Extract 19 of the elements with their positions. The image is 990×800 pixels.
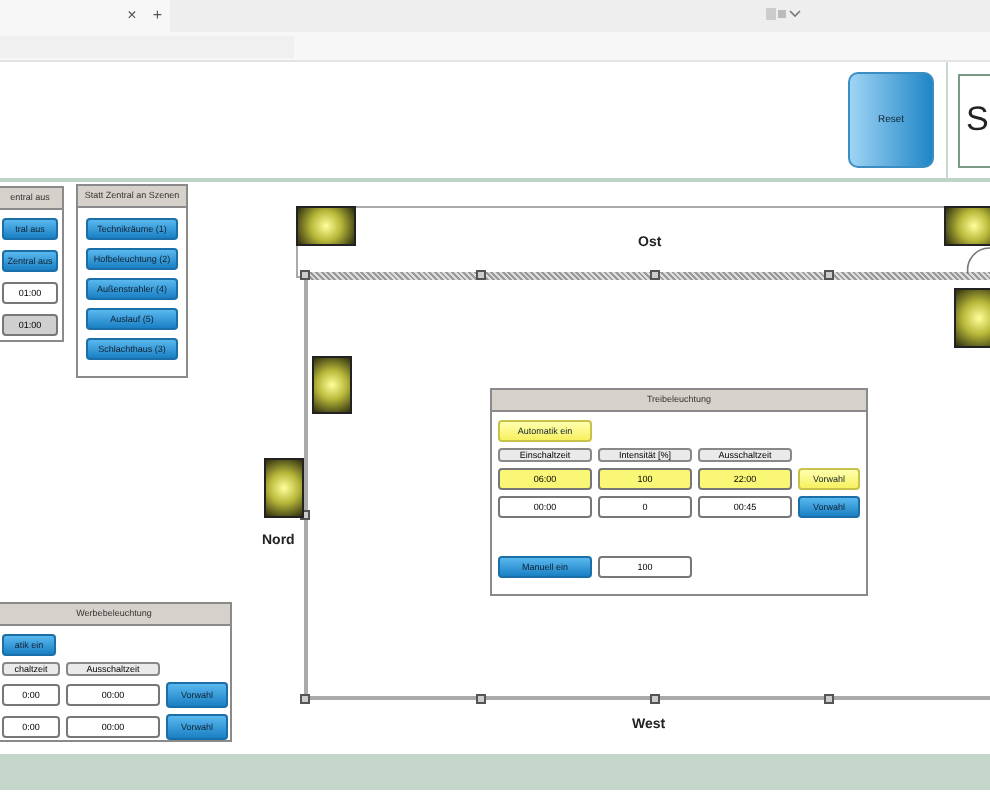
light-icon xyxy=(296,206,356,246)
wall-joint-icon xyxy=(476,694,486,704)
corner-box: S xyxy=(958,73,990,167)
wall-joint-icon xyxy=(476,270,486,280)
light-icon xyxy=(264,458,304,518)
light-icon xyxy=(312,356,352,414)
door-swing-icon xyxy=(966,246,990,274)
wall-joint-icon xyxy=(824,270,834,280)
wall-joint-icon xyxy=(300,270,310,280)
wall-joint-icon xyxy=(300,694,310,704)
tab-menu-icon[interactable] xyxy=(766,8,802,20)
light-icon xyxy=(954,288,990,348)
light-icon xyxy=(944,206,990,246)
wall-joint-icon xyxy=(650,694,660,704)
new-tab-button[interactable]: + xyxy=(152,8,162,24)
wall-joint-icon xyxy=(650,270,660,280)
wall-joint-icon xyxy=(824,694,834,704)
browser-tab[interactable]: × + xyxy=(0,0,170,32)
tab-close-button[interactable]: × xyxy=(127,8,137,24)
